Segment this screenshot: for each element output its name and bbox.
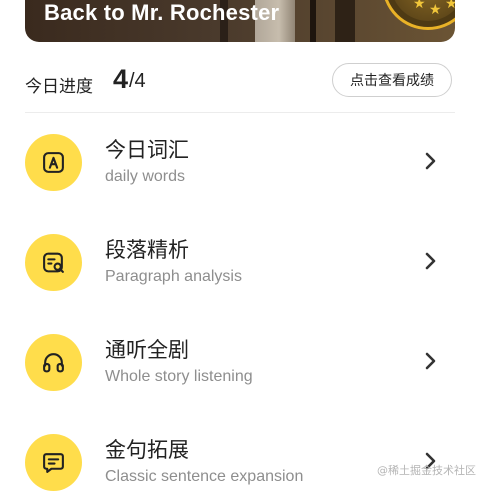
progress-total: /4 (129, 70, 146, 92)
module-subtitle: Whole story listening (105, 368, 253, 385)
module-title: 通听全剧 (105, 338, 189, 362)
star-icon: ★ (429, 2, 442, 18)
module-icon-circle (25, 134, 82, 191)
watermark: @稀土掘金技术社区 (377, 464, 476, 477)
text-search-icon (43, 252, 64, 273)
progress-row: 今日进度 4 /4 点击查看成绩 (25, 62, 455, 102)
module-subtitle: Classic sentence expansion (105, 468, 304, 485)
progress-label: 今日进度 (25, 77, 93, 97)
module-title: 金句拓展 (105, 438, 189, 462)
headphones-icon (43, 353, 64, 373)
module-icon-circle (25, 234, 82, 291)
module-subtitle: daily words (105, 168, 186, 185)
letter-a-icon (43, 152, 64, 173)
banner-title: Back to Mr. Rochester (44, 0, 280, 25)
banner-scene-detail (310, 0, 316, 42)
module-item-whole-story-listening[interactable]: 通听全剧 Whole story listening (25, 334, 455, 398)
module-item-daily-words[interactable]: 今日词汇 daily words (25, 134, 455, 198)
module-item-paragraph-analysis[interactable]: 段落精析 Paragraph analysis (25, 234, 455, 298)
banner-scene-detail (335, 0, 355, 42)
star-icon: ★ (413, 0, 426, 12)
chevron-right-icon (425, 152, 436, 170)
module-icon-circle (25, 434, 82, 491)
module-icon-circle (25, 334, 82, 391)
module-title: 段落精析 (105, 238, 189, 262)
chevron-right-icon (425, 352, 436, 370)
story-banner[interactable]: Back to Mr. Rochester ★ ★ ★ ★ (25, 0, 455, 42)
module-title: 今日词汇 (105, 138, 189, 162)
divider (25, 112, 455, 113)
chevron-right-icon (425, 252, 436, 270)
module-subtitle: Paragraph analysis (105, 268, 242, 285)
message-icon (43, 453, 64, 473)
gold-seal-badge-icon: ★ ★ ★ ★ (382, 0, 455, 30)
progress-current: 4 (113, 64, 129, 94)
star-icon: ★ (445, 0, 455, 12)
view-score-button[interactable]: 点击查看成绩 (332, 63, 452, 97)
